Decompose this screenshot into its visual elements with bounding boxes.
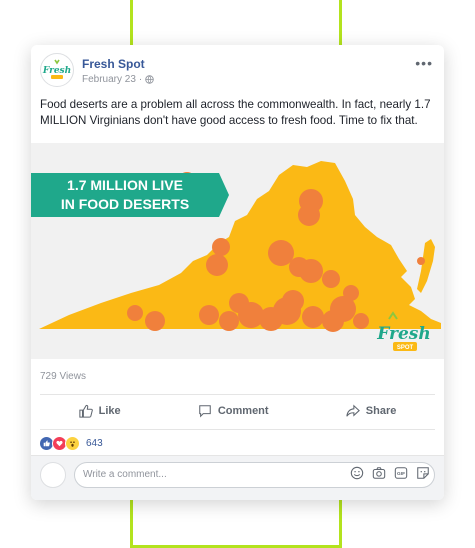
post-actions: Like Comment Share — [40, 395, 435, 427]
svg-text:GIF: GIF — [397, 471, 405, 477]
view-count[interactable]: 729 Views — [40, 371, 86, 382]
comment-icon — [199, 405, 211, 418]
globe-icon — [145, 75, 154, 84]
divider — [40, 429, 435, 430]
wow-reaction-icon — [65, 436, 80, 451]
facebook-post-card: Fresh Fresh Spot February 23 · ••• Food … — [31, 45, 444, 500]
banner-line-2: IN FOOD DESERTS — [61, 196, 189, 212]
image-logo-word: Fresh — [376, 324, 430, 344]
post-image[interactable]: 1.7 MILLION LIVE IN FOOD DESERTS Fresh S… — [31, 143, 444, 359]
reaction-count: 643 — [86, 438, 103, 449]
post-header: Fresh Fresh Spot February 23 · ••• — [40, 53, 435, 89]
banner-line-1: 1.7 MILLION LIVE — [67, 177, 183, 193]
share-button[interactable]: Share — [346, 404, 397, 418]
comment-tools: GIF — [350, 466, 430, 480]
camera-icon[interactable] — [372, 466, 386, 480]
share-icon — [346, 404, 360, 417]
user-avatar — [40, 462, 66, 488]
post-text: Food deserts are a problem all across th… — [40, 98, 431, 127]
virginia-map-graphic: 1.7 MILLION LIVE IN FOOD DESERTS Fresh S… — [31, 143, 444, 359]
share-label: Share — [365, 405, 397, 417]
more-options-button[interactable]: ••• — [415, 55, 433, 71]
fresh-spot-logo: Fresh — [42, 55, 72, 85]
image-logo-sub: SPOT — [397, 345, 414, 351]
reactions-summary[interactable]: 643 — [39, 436, 103, 451]
emoji-icon[interactable] — [350, 466, 364, 480]
comment-button[interactable]: Comment — [198, 404, 269, 418]
like-icon — [78, 404, 93, 418]
post-meta: February 23 · — [82, 74, 154, 85]
comment-label: Comment — [217, 405, 269, 417]
comment-composer: Write a comment... GIF — [31, 455, 444, 500]
gif-icon[interactable]: GIF — [394, 466, 408, 480]
sticker-icon[interactable] — [416, 466, 430, 480]
page-name[interactable]: Fresh Spot — [82, 57, 145, 71]
post-date[interactable]: February 23 — [82, 74, 136, 85]
like-button[interactable]: Like — [78, 404, 121, 418]
meta-separator: · — [138, 74, 143, 85]
svg-text:Fresh: Fresh — [42, 66, 71, 76]
page-avatar[interactable]: Fresh — [40, 53, 74, 87]
like-label: Like — [98, 405, 121, 417]
